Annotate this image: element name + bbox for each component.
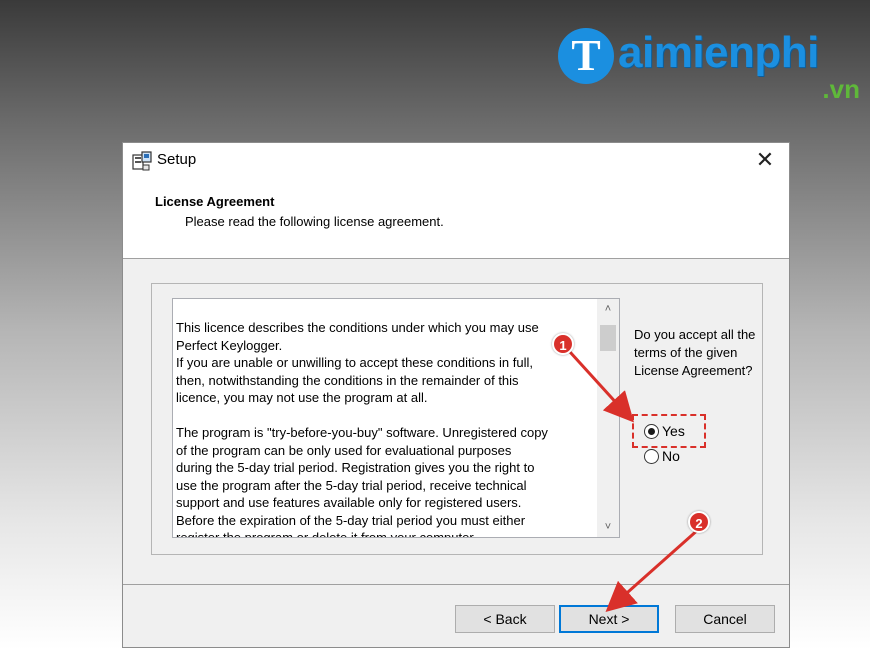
accept-question: Do you accept all the terms of the given… (634, 327, 756, 378)
radio-yes-indicator[interactable] (644, 424, 659, 439)
setup-window: Setup ✕ License Agreement Please read th… (122, 142, 790, 648)
logo-name: aimienphi (618, 28, 819, 77)
cancel-button[interactable]: Cancel (675, 605, 775, 633)
back-button[interactable]: < Back (455, 605, 555, 633)
logo-tld: .vn (822, 74, 860, 104)
scroll-up-arrow-icon[interactable]: ˄ (597, 299, 619, 319)
license-scrollbar[interactable]: ˄ ˅ (597, 299, 619, 537)
wizard-header: License Agreement Please read the follow… (123, 177, 789, 259)
footer-divider (123, 584, 789, 585)
title-bar: Setup ✕ (123, 143, 789, 177)
step-2-badge: 2 (688, 511, 710, 533)
radio-no-indicator[interactable] (644, 449, 659, 464)
scroll-down-arrow-icon[interactable]: ˅ (597, 517, 619, 537)
logo-letter: T (558, 28, 614, 84)
window-title: Setup (157, 151, 197, 168)
step-1-badge: 1 (552, 333, 574, 355)
radio-yes-label[interactable]: Yes (662, 423, 685, 439)
close-button[interactable]: ✕ (747, 145, 783, 175)
setup-installer-icon (132, 151, 152, 171)
taimienphi-logo: T aimienphi .vn (556, 22, 866, 104)
page-subtitle: Please read the following license agreem… (185, 214, 444, 229)
license-textbox[interactable]: This licence describes the conditions un… (172, 298, 620, 538)
license-text: This licence describes the conditions un… (176, 320, 548, 538)
next-button[interactable]: Next > (559, 605, 659, 633)
license-group: This licence describes the conditions un… (151, 283, 763, 555)
scroll-thumb[interactable] (600, 325, 616, 351)
page-title: License Agreement (155, 194, 275, 209)
radio-no-label[interactable]: No (662, 448, 680, 464)
close-icon: ✕ (755, 147, 775, 172)
